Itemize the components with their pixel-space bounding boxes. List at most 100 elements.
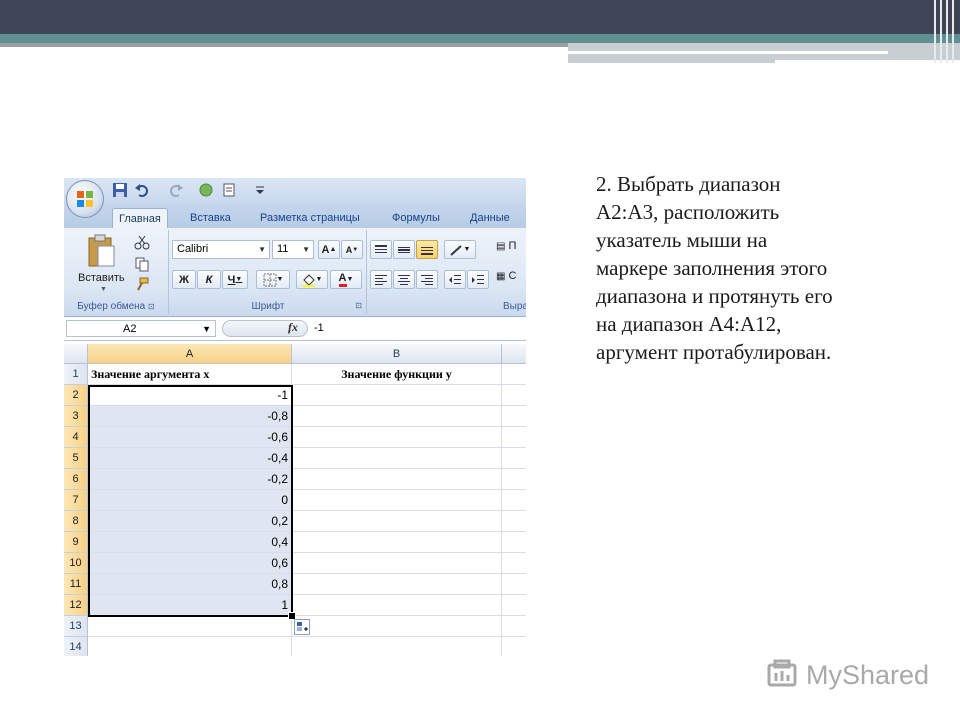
dialog-launcher-icon[interactable]: ⊡ — [148, 302, 155, 311]
cell-b4[interactable] — [292, 427, 502, 448]
cell-b9[interactable] — [292, 532, 502, 553]
row-header[interactable]: 12 — [64, 595, 88, 616]
cell-a12[interactable]: 1 — [88, 595, 292, 616]
tab-page-layout[interactable]: Разметка страницы — [254, 208, 366, 228]
row-header[interactable]: 2 — [64, 385, 88, 406]
cell-b3[interactable] — [292, 406, 502, 427]
align-middle-button[interactable] — [393, 240, 415, 259]
align-right-button[interactable] — [416, 270, 438, 289]
font-size-combo[interactable]: 11 ▼ — [272, 240, 314, 259]
formula-input[interactable]: -1 — [314, 320, 324, 337]
cell-b2[interactable] — [292, 385, 502, 406]
copy-icon[interactable] — [134, 256, 150, 272]
cell-c4[interactable] — [502, 427, 526, 448]
italic-button[interactable]: К — [197, 270, 221, 289]
cell-a6[interactable]: -0,2 — [88, 469, 292, 490]
tab-home[interactable]: Главная — [112, 208, 168, 229]
cell-b12[interactable] — [292, 595, 502, 616]
align-bottom-button[interactable] — [416, 240, 438, 259]
align-center-button[interactable] — [393, 270, 415, 289]
cell-a8[interactable]: 0,2 — [88, 511, 292, 532]
customize-toolbar-icon[interactable] — [252, 182, 268, 198]
row-header[interactable]: 11 — [64, 574, 88, 595]
insert-function-icon[interactable]: fx — [288, 320, 298, 335]
cell-a9[interactable]: 0,4 — [88, 532, 292, 553]
row-header[interactable]: 9 — [64, 532, 88, 553]
refresh-icon[interactable] — [198, 182, 214, 198]
bold-button[interactable]: Ж — [172, 270, 196, 289]
cell-c7[interactable] — [502, 490, 526, 511]
format-painter-icon[interactable] — [134, 276, 150, 292]
fill-color-button[interactable]: ▼ — [296, 270, 328, 289]
tab-insert[interactable]: Вставка — [184, 208, 237, 228]
column-header-c[interactable] — [502, 344, 526, 364]
cell-a10[interactable]: 0,6 — [88, 553, 292, 574]
cell-c1[interactable] — [502, 364, 526, 385]
cell-a11[interactable]: 0,8 — [88, 574, 292, 595]
cut-icon[interactable] — [134, 234, 150, 250]
print-preview-icon[interactable] — [221, 182, 237, 198]
cell-a4[interactable]: -0,6 — [88, 427, 292, 448]
column-header-b[interactable]: B — [292, 344, 502, 364]
row-header[interactable]: 1 — [64, 364, 88, 385]
column-header-a[interactable]: A — [88, 344, 292, 364]
cell-b10[interactable] — [292, 553, 502, 574]
cell-c10[interactable] — [502, 553, 526, 574]
wrap-text-button[interactable]: ▤ П — [496, 240, 516, 252]
font-color-button[interactable]: A ▼ — [330, 270, 362, 289]
paste-icon[interactable] — [86, 234, 116, 268]
shrink-font-button[interactable]: A ▼ — [341, 240, 363, 259]
cell-b5[interactable] — [292, 448, 502, 469]
cell-c14[interactable] — [502, 637, 526, 656]
cell-a5[interactable]: -0,4 — [88, 448, 292, 469]
cell-a1[interactable]: Значение аргумента х — [88, 364, 292, 385]
cell-c8[interactable] — [502, 511, 526, 532]
tab-data[interactable]: Данные — [464, 208, 516, 228]
increase-indent-button[interactable] — [467, 270, 489, 289]
cell-c5[interactable] — [502, 448, 526, 469]
cell-a14[interactable] — [88, 637, 292, 656]
cell-c6[interactable] — [502, 469, 526, 490]
borders-button[interactable]: ▼ — [256, 270, 290, 289]
row-header[interactable]: 8 — [64, 511, 88, 532]
select-all-corner[interactable] — [64, 344, 88, 364]
cell-b11[interactable] — [292, 574, 502, 595]
cell-b6[interactable] — [292, 469, 502, 490]
underline-button[interactable]: Ч ▼ — [222, 270, 248, 289]
cell-a7[interactable]: 0 — [88, 490, 292, 511]
cell-a13[interactable] — [88, 616, 292, 637]
grow-font-button[interactable]: A ▲ — [318, 240, 340, 259]
font-name-combo[interactable]: Calibri ▼ — [172, 240, 270, 259]
row-header[interactable]: 5 — [64, 448, 88, 469]
row-header[interactable]: 14 — [64, 637, 88, 656]
paste-label[interactable]: Вставить — [78, 272, 125, 284]
redo-icon[interactable] — [168, 182, 184, 198]
tab-formulas[interactable]: Формулы — [386, 208, 446, 228]
align-left-button[interactable] — [370, 270, 392, 289]
cell-b1[interactable]: Значение функции у — [292, 364, 502, 385]
cell-c9[interactable] — [502, 532, 526, 553]
cell-a2[interactable]: -1 — [88, 385, 292, 406]
decrease-indent-button[interactable] — [444, 270, 466, 289]
row-header[interactable]: 4 — [64, 427, 88, 448]
undo-icon[interactable] — [134, 182, 150, 198]
row-header[interactable]: 7 — [64, 490, 88, 511]
paste-dropdown-icon[interactable]: ▼ — [100, 286, 107, 293]
cell-b7[interactable] — [292, 490, 502, 511]
orientation-button[interactable]: ▼ — [444, 240, 476, 259]
cell-a3[interactable]: -0,8 — [88, 406, 292, 427]
align-top-button[interactable] — [370, 240, 392, 259]
cell-c3[interactable] — [502, 406, 526, 427]
cell-c12[interactable] — [502, 595, 526, 616]
cell-b13[interactable] — [292, 616, 502, 637]
row-header[interactable]: 13 — [64, 616, 88, 637]
row-header[interactable]: 3 — [64, 406, 88, 427]
cell-c13[interactable] — [502, 616, 526, 637]
dialog-launcher-icon[interactable]: ⊡ — [355, 301, 362, 310]
cell-c2[interactable] — [502, 385, 526, 406]
office-button[interactable] — [66, 180, 104, 218]
merge-cells-button[interactable]: ▦ С — [496, 270, 516, 282]
cell-c11[interactable] — [502, 574, 526, 595]
name-box[interactable]: A2 ▼ — [66, 320, 216, 337]
autofill-options-icon[interactable] — [294, 619, 310, 635]
